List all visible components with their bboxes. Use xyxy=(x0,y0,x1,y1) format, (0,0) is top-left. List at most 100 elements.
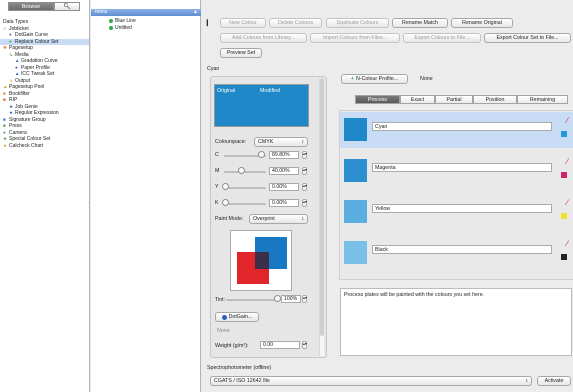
tab-position[interactable]: Position xyxy=(473,95,517,104)
tab-remaining[interactable]: Remaining xyxy=(517,95,568,104)
channel-slider-knob[interactable] xyxy=(222,199,229,206)
tree-item[interactable]: ■ RIP xyxy=(3,97,17,103)
channel-value-field[interactable]: 40.00% xyxy=(269,167,299,175)
plate-name-field[interactable]: Cyan xyxy=(372,122,552,131)
plate-mini-swatch xyxy=(561,213,567,219)
plate-swatch[interactable] xyxy=(344,241,367,264)
export-colours-button[interactable]: Export Colours to File... xyxy=(403,33,481,43)
import-colours-button[interactable]: Import Colours from Files... xyxy=(310,33,400,43)
weight-field[interactable]: 0.00 xyxy=(260,341,300,349)
colour-section-label: Cyan xyxy=(207,66,220,72)
tree-item[interactable]: ★ Special Colour Set xyxy=(3,136,50,142)
tree-item[interactable]: ● Replace Colour Set xyxy=(0,38,89,45)
tree-item[interactable]: ★ Job Genie xyxy=(9,104,38,110)
tab-exact[interactable]: Exact xyxy=(400,95,435,104)
plate-swatch[interactable] xyxy=(344,159,367,182)
tree-item[interactable]: ▲ ICC Tweak Set xyxy=(15,71,54,77)
tree-item[interactable]: ✓ Jobticket xyxy=(3,26,29,32)
plate-row[interactable]: Yellow ∕ xyxy=(340,194,573,230)
delete-colours-button[interactable]: Delete Colours xyxy=(269,18,322,28)
rename-original-button[interactable]: Rename Original xyxy=(451,18,513,28)
ncolour-profile-label: N-Colour Profile... xyxy=(356,76,399,82)
colourspace-select[interactable]: CMYK ↕ xyxy=(254,137,308,147)
tree-item-label: Signature Group xyxy=(9,116,46,123)
corner-icon: ↳ xyxy=(9,77,13,83)
channel-slider-track[interactable] xyxy=(224,187,266,189)
weight-stepper[interactable]: ▴▾ xyxy=(302,341,307,349)
pencil-icon[interactable]: ∕ xyxy=(567,198,568,207)
checkmark-icon: ✓ xyxy=(3,25,7,31)
plate-row[interactable]: Black ∕ xyxy=(340,235,573,271)
tree-item[interactable]: ■ Press xyxy=(3,123,22,129)
channel-stepper[interactable]: ▴▾ xyxy=(302,151,307,159)
rename-match-button[interactable]: Rename Match xyxy=(392,18,448,28)
tree-item[interactable]: ● Paper Profile xyxy=(15,65,50,71)
plate-row[interactable]: Magenta ∕ xyxy=(340,153,573,189)
add-colours-from-library-button[interactable]: Add Colours from Library... xyxy=(220,33,307,43)
plate-name-field[interactable]: Yellow xyxy=(372,204,552,213)
spectro-select[interactable]: CGATS / ISO 12642 file ↕ xyxy=(210,376,532,386)
tree-item[interactable]: ■ Signature Group xyxy=(3,117,46,123)
export-colour-set-button[interactable]: Export Colour Set to File... xyxy=(484,33,571,43)
channel-slider-track[interactable] xyxy=(224,203,266,205)
browse-tab[interactable]: Browse xyxy=(8,2,54,11)
plate-swatch[interactable] xyxy=(344,118,367,141)
dotgain-button-label: DotGain... xyxy=(228,314,253,320)
colour-set-editor: Ⅰ New Colour Delete Colours Duplicate Co… xyxy=(202,0,573,392)
channel-slider-knob[interactable] xyxy=(257,151,265,158)
activate-button[interactable]: Activate xyxy=(537,376,571,386)
tree-item[interactable]: ▲ Gradation Curve xyxy=(15,58,58,64)
channel-stepper[interactable]: ▴▾ xyxy=(302,183,307,191)
list-item[interactable]: Untitled xyxy=(109,25,132,31)
tree-item[interactable]: ★ Calcheck Chart xyxy=(3,143,43,149)
tree-item[interactable]: ↳ Output xyxy=(9,78,30,84)
tab-partial[interactable]: Partial xyxy=(435,95,473,104)
tree-item[interactable]: ● Camera xyxy=(3,130,27,136)
tree-item[interactable]: ★ Regular Expression xyxy=(9,110,59,116)
channel-stepper[interactable]: ▴▾ xyxy=(302,167,307,175)
paint-mode-select[interactable]: Overprint ↕ xyxy=(249,214,308,224)
duplicate-colours-button[interactable]: Duplicate Colours xyxy=(326,18,389,28)
tint-value-field[interactable]: 100% xyxy=(281,295,301,303)
tree-item[interactable]: Data Types xyxy=(3,19,28,25)
tree-item-label: ICC Tweak Set xyxy=(21,71,55,77)
items-header[interactable]: Items ▲ xyxy=(91,9,201,16)
tab-process[interactable]: Process xyxy=(355,95,400,104)
preview-set-button[interactable]: Preview Set xyxy=(220,48,262,58)
tree-item-label: Press xyxy=(9,123,22,129)
corner-icon: ↳ xyxy=(9,51,13,57)
plate-row[interactable]: Cyan ∕ xyxy=(340,112,573,148)
search-icon: 🔍︎ xyxy=(63,4,71,10)
tree-item[interactable]: ● DotGain Curve xyxy=(9,32,48,38)
pencil-icon[interactable]: ∕ xyxy=(567,116,568,125)
tree-item[interactable]: ■ Bookfilter xyxy=(3,91,30,97)
tint-slider-track[interactable] xyxy=(226,299,276,301)
channel-value-field[interactable]: 0.00% xyxy=(269,183,299,191)
new-colour-button[interactable]: New Colour xyxy=(220,18,266,28)
channel-slider-knob[interactable] xyxy=(222,183,229,190)
tree-item[interactable]: ↳ Media xyxy=(9,52,29,58)
list-item[interactable]: Blue Line xyxy=(109,18,136,24)
tree-item[interactable]: ✺ Pagesetup xyxy=(3,45,33,51)
editor-scrollbar[interactable] xyxy=(319,78,324,356)
channel-slider-knob[interactable] xyxy=(238,167,245,174)
plate-swatch[interactable] xyxy=(344,200,367,223)
paint-mode-label: Paint Mode: xyxy=(215,216,244,222)
channel-slider-track[interactable] xyxy=(224,171,266,173)
tint-slider-knob[interactable] xyxy=(274,295,281,302)
plate-name-field[interactable]: Black xyxy=(372,245,552,254)
pencil-icon[interactable]: ∕ xyxy=(567,239,568,248)
dotgain-button[interactable]: DotGain... xyxy=(215,312,259,322)
channel-value-field[interactable]: 0.00% xyxy=(269,199,299,207)
search-tab[interactable]: 🔍︎ xyxy=(54,2,80,11)
pencil-icon[interactable]: ∕ xyxy=(567,157,568,166)
channel-stepper[interactable]: ▴▾ xyxy=(302,199,307,207)
tree-item[interactable]: ▲ Pagesetup Pool xyxy=(3,84,44,90)
chevron-updown-icon: ↕ xyxy=(301,216,304,222)
ncolour-profile-button[interactable]: + N-Colour Profile... xyxy=(341,74,408,84)
plate-name-field[interactable]: Magenta xyxy=(372,163,552,172)
colourspace-label: Colourspace: xyxy=(215,139,247,145)
channel-value-field[interactable]: 89.80% xyxy=(269,151,299,159)
tint-stepper[interactable]: ▴▾ xyxy=(302,295,307,303)
splitter-handle-icon[interactable]: · xyxy=(88,200,91,206)
